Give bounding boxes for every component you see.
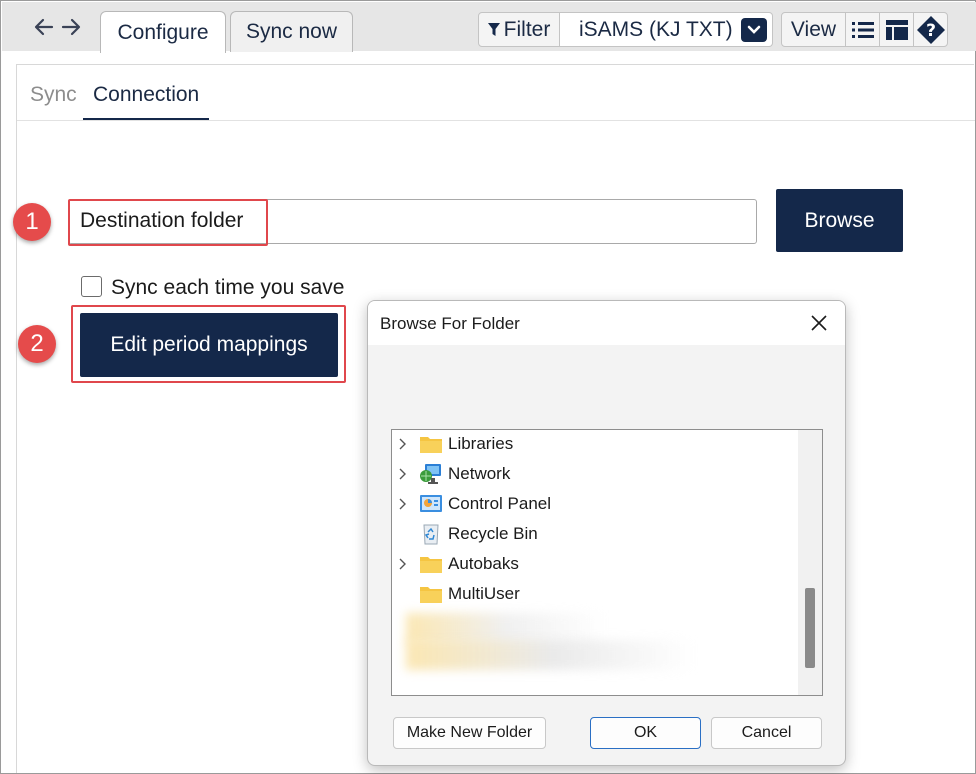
tree-item-autobaks[interactable]: Autobaks — [392, 550, 792, 578]
dialog-titlebar: Browse For Folder — [368, 301, 845, 345]
view-label: View — [790, 17, 837, 41]
arrow-left-icon[interactable] — [33, 14, 55, 40]
annotation-highlight-1 — [68, 199, 268, 246]
arrow-right-icon[interactable] — [60, 14, 82, 40]
top-toolbar: Configure Sync now Filter iSAMS (KJ TXT)… — [2, 2, 976, 53]
chevron-down-icon[interactable] — [741, 18, 767, 42]
view-controls: View ? — [781, 12, 948, 47]
subtab-sync[interactable]: Sync — [30, 83, 77, 119]
filter-icon — [487, 22, 500, 36]
browse-button[interactable]: Browse — [776, 189, 903, 252]
tree-item-label: Libraries — [448, 434, 514, 453]
chevron-right-icon[interactable] — [398, 498, 408, 510]
folder-icon — [420, 587, 442, 603]
folder-tree[interactable]: Libraries Network Control Panel Recycle … — [391, 429, 823, 696]
tree-scrollbar-thumb[interactable] — [805, 588, 815, 668]
folder-icon — [420, 437, 442, 453]
chevron-right-icon[interactable] — [398, 468, 408, 480]
network-icon — [420, 464, 441, 484]
ok-button[interactable]: OK — [590, 717, 701, 749]
annotation-number-1: 1 — [25, 208, 39, 235]
tab-configure[interactable]: Configure — [100, 11, 226, 53]
filter-select[interactable]: iSAMS (KJ TXT) — [560, 12, 773, 47]
annotation-highlight-2 — [71, 305, 346, 383]
tree-item-control-panel[interactable]: Control Panel — [392, 490, 792, 518]
subtab-connection[interactable]: Connection — [83, 83, 210, 121]
tab-sync-now[interactable]: Sync now — [230, 11, 353, 52]
tree-item-label: MultiUser — [448, 584, 520, 603]
cancel-button-label: Cancel — [741, 724, 792, 741]
tree-item-label: Control Panel — [448, 494, 552, 513]
browse-button-label: Browse — [804, 208, 875, 232]
tree-item-recycle-bin[interactable]: Recycle Bin — [392, 520, 792, 548]
tab-sync-now-label: Sync now — [245, 20, 338, 43]
tree-item-libraries[interactable]: Libraries — [392, 430, 792, 458]
ok-button-label: OK — [633, 724, 658, 741]
browse-folder-dialog: Browse For Folder Libraries Network Cont… — [367, 300, 846, 766]
tree-item-network[interactable]: Network — [392, 460, 792, 488]
redacted-item — [406, 613, 606, 643]
close-icon[interactable] — [808, 312, 830, 334]
sync-each-save-checkbox[interactable] — [81, 276, 102, 297]
svg-text:?: ? — [926, 21, 936, 41]
subtab-connection-label: Connection — [93, 83, 200, 106]
sync-each-save-label: Sync each time you save — [111, 276, 345, 299]
chevron-right-icon[interactable] — [398, 558, 408, 570]
annotation-badge-2: 2 — [18, 325, 56, 363]
tree-item-multiuser[interactable]: MultiUser — [392, 580, 792, 608]
tree-item-label: Network — [448, 464, 511, 483]
control-panel-icon — [420, 495, 442, 512]
folder-icon — [420, 557, 442, 573]
recycle-bin-icon — [423, 524, 439, 545]
filter-label: Filter — [503, 17, 551, 41]
redacted-item — [406, 640, 696, 670]
app-window: Configure Sync now Filter iSAMS (KJ TXT)… — [0, 0, 976, 774]
chevron-right-icon[interactable] — [398, 438, 408, 450]
view-button[interactable]: View — [782, 13, 846, 46]
annotation-badge-1: 1 — [13, 203, 51, 241]
subtab-sync-label: Sync — [30, 83, 77, 106]
subtab-divider — [17, 120, 975, 121]
tab-configure-label: Configure — [117, 20, 209, 44]
help-icon[interactable]: ? — [914, 13, 948, 46]
tree-item-label: Recycle Bin — [448, 524, 538, 543]
make-new-folder-button[interactable]: Make New Folder — [393, 717, 546, 749]
filter-select-value: iSAMS (KJ TXT) — [579, 17, 733, 41]
list-view-icon[interactable] — [846, 13, 880, 46]
cancel-button[interactable]: Cancel — [711, 717, 822, 749]
make-new-folder-label: Make New Folder — [406, 724, 533, 741]
tree-item-label: Autobaks — [448, 554, 519, 573]
dialog-title: Browse For Folder — [380, 314, 520, 333]
filter-button[interactable]: Filter — [478, 12, 560, 47]
layout-icon[interactable] — [880, 13, 914, 46]
annotation-number-2: 2 — [30, 330, 44, 357]
